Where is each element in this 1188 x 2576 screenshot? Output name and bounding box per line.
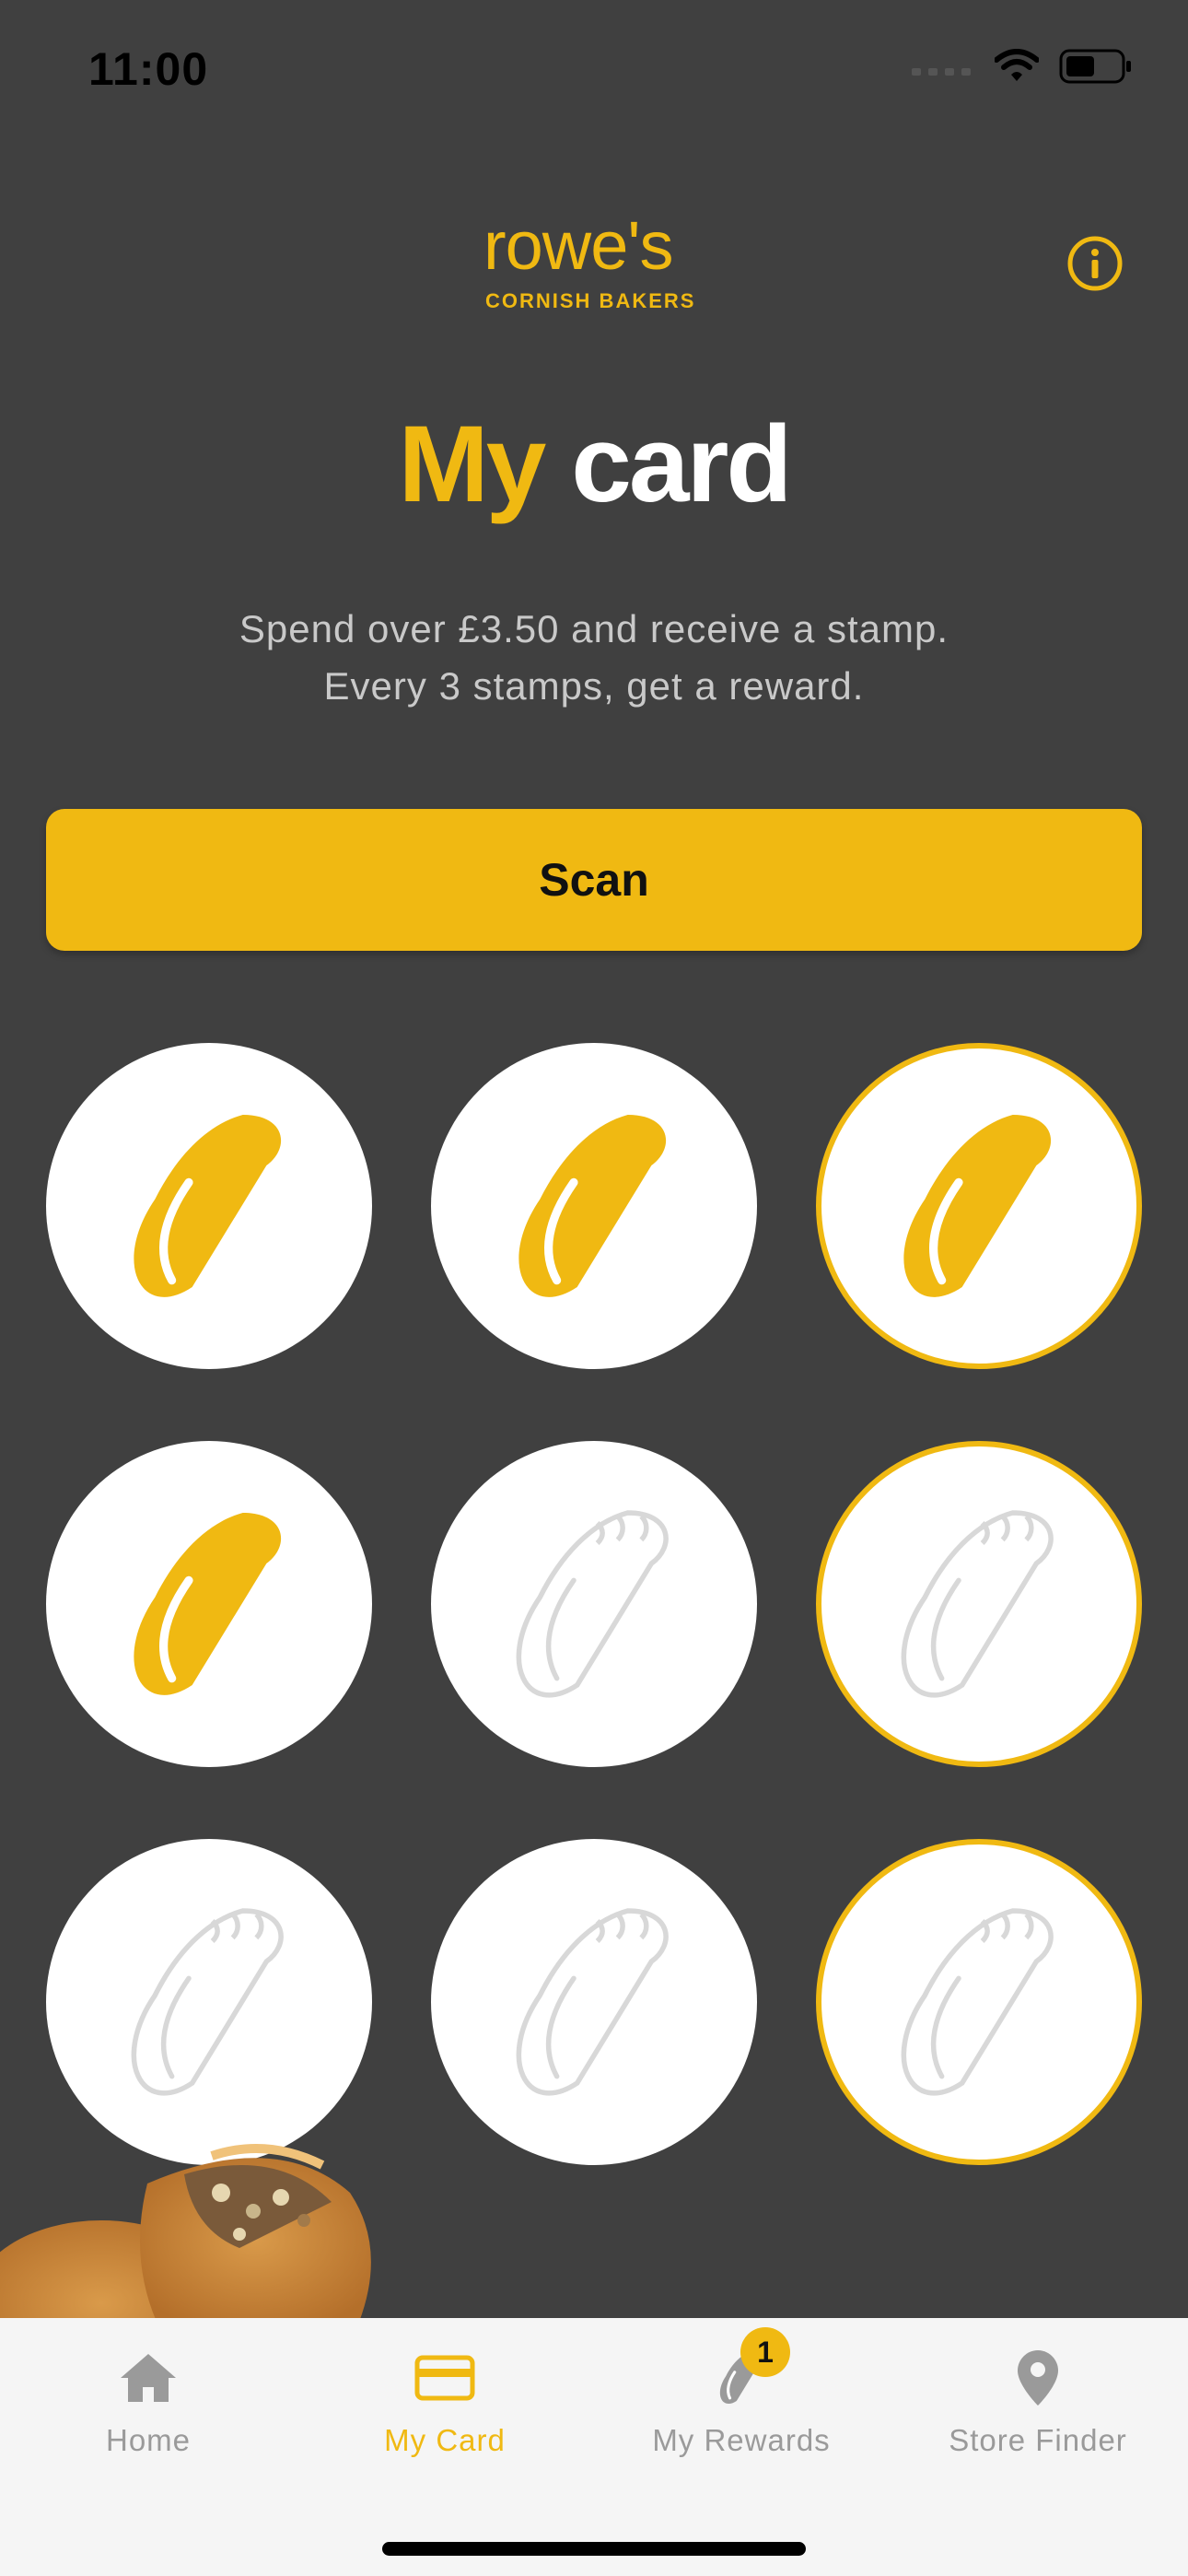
wifi-icon xyxy=(995,49,1039,81)
status-icons xyxy=(912,48,1133,85)
logo-word: rowe's xyxy=(483,207,674,284)
pasty-outline-icon xyxy=(901,1510,1054,1698)
pasty-icon: 1 xyxy=(709,2327,790,2410)
stamp-collected xyxy=(816,1043,1142,1369)
location-pin-icon xyxy=(1006,2346,1070,2410)
stamp-collected xyxy=(46,1441,372,1767)
card-icon xyxy=(413,2346,477,2410)
stamp-collected xyxy=(431,1043,757,1369)
status-bar: 11:00 xyxy=(0,0,1188,138)
page-title: My card xyxy=(0,404,1188,525)
pasty-stamp-icon xyxy=(903,1115,1052,1297)
battery-icon xyxy=(1059,49,1131,84)
tab-my-rewards[interactable]: 1 My Rewards xyxy=(593,2327,890,2484)
stamp-rules-line2: Every 3 stamps, get a reward. xyxy=(323,664,865,708)
pasty-photo xyxy=(0,2119,553,2322)
tab-bar: Home My Card 1 My Rewards Store Finder xyxy=(0,2318,1188,2576)
scan-button[interactable]: Scan xyxy=(46,809,1142,951)
info-button[interactable] xyxy=(1066,234,1124,293)
stamp-empty xyxy=(816,1839,1142,2165)
tab-my-card[interactable]: My Card xyxy=(297,2346,593,2484)
tab-store-finder-label: Store Finder xyxy=(949,2423,1127,2457)
pasty-outline-icon xyxy=(131,1908,284,2096)
page-title-my: My xyxy=(398,404,547,525)
stamp-rules-text: Spend over £3.50 and receive a stamp. Ev… xyxy=(0,601,1188,715)
pasty-outline-icon xyxy=(516,1510,669,1698)
pasty-stamp-icon xyxy=(134,1513,282,1695)
stamp-empty xyxy=(431,1839,757,2165)
tab-home-label: Home xyxy=(105,2423,192,2457)
tab-my-card-label: My Card xyxy=(384,2423,506,2457)
pasty-stamp-icon xyxy=(518,1115,667,1297)
tab-my-rewards-label: My Rewards xyxy=(652,2423,831,2457)
logo-subtitle: CORNISH BAKERS xyxy=(485,289,696,312)
home-icon xyxy=(116,2346,181,2410)
tab-store-finder[interactable]: Store Finder xyxy=(890,2346,1186,2484)
stamp-grid xyxy=(46,1043,1142,2167)
stamp-collected xyxy=(46,1043,372,1369)
home-indicator xyxy=(382,2542,806,2556)
stamp-empty xyxy=(431,1441,757,1767)
pasty-stamp-icon xyxy=(134,1115,282,1297)
signal-icon xyxy=(912,68,971,76)
brand-logo: rowe's CORNISH BAKERS xyxy=(483,212,705,322)
stamp-empty xyxy=(816,1441,1142,1767)
info-icon xyxy=(1067,236,1123,291)
page-title-card: card xyxy=(571,404,792,525)
rewards-badge: 1 xyxy=(740,2327,790,2377)
status-time: 11:00 xyxy=(88,43,209,95)
pasty-outline-icon xyxy=(901,1908,1054,2096)
pasty-outline-icon xyxy=(516,1908,669,2096)
stamp-empty xyxy=(46,1839,372,2165)
tab-home[interactable]: Home xyxy=(0,2346,297,2484)
stamp-rules-line1: Spend over £3.50 and receive a stamp. xyxy=(239,607,949,650)
